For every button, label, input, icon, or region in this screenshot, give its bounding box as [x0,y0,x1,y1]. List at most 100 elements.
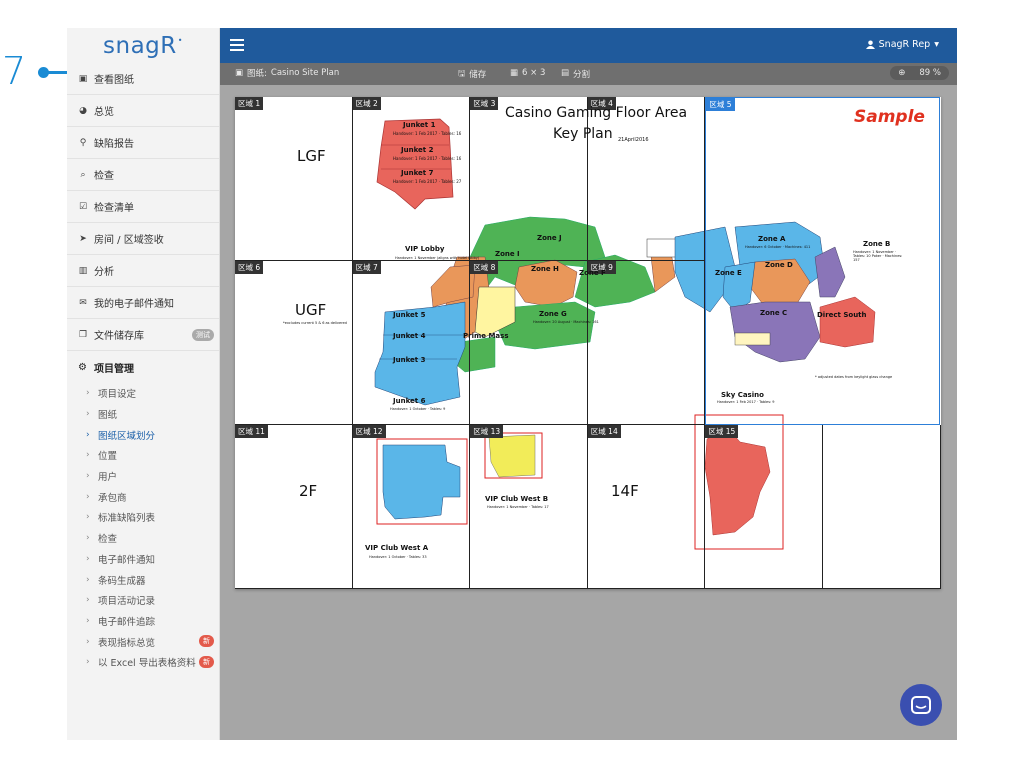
sidebar-item-label: 检查清单 [94,203,134,214]
sidebar-item-5[interactable]: ➤ 房间 / 区域签收 [67,223,219,255]
chevron-right-icon: › [86,388,90,399]
plan-label: Junket 1 [403,121,436,129]
plan-label: Junket 5 [393,311,426,319]
submenu-label: 电子邮件追踪 [98,616,156,628]
zone-cell[interactable]: 区域 3 [470,97,588,261]
save-button[interactable]: 🖫 储存 [458,68,486,82]
drawing-toolbar: ▣ 图纸: Casino Site Plan 🖫 储存 ▦ 6 × 3 ▤ 分割… [220,63,957,85]
zone-cell[interactable]: 区域 9 [587,261,706,425]
submenu-label: 标准缺陷列表 [98,513,156,525]
submenu-label: 项目设定 [98,389,137,401]
zoom-control[interactable]: ⊕ 89 % [890,66,949,80]
user-menu[interactable]: SnagR Rep ▾ [865,39,939,50]
chat-button[interactable] [900,684,942,726]
sidebar-item-label: 分析 [94,267,114,278]
submenu-item-11[interactable]: › 电子邮件追踪 [67,611,219,632]
chevron-right-icon: › [86,429,90,440]
chevron-right-icon: › [86,657,90,668]
plan-label: Handover: 1 Feb 2017 · Tables: 16 [393,131,462,136]
zone-cell[interactable]: 区域 8 [470,261,588,425]
zone-cell[interactable]: 区域 1 [235,97,353,261]
drawing-label: 图纸: [247,69,267,79]
files-icon: ❐ [78,329,88,340]
floor-plan[interactable]: 区域 1 区域 2 区域 3 区域 4 区域 5 区域 6 区域 7 区域 8 区域 9 区域 1… [235,97,941,589]
drawing-canvas[interactable]: 区域 1 区域 2 区域 3 区域 4 区域 5 区域 6 区域 7 区域 8 区域 9 区域 1… [220,85,957,740]
sidebar-item-3[interactable]: ⌕ 检查 [67,159,219,191]
drawing-title: ▣ 图纸: Casino Site Plan [235,67,339,79]
chevron-right-icon: › [86,615,90,626]
chevron-right-icon: › [86,636,90,647]
image-icon: ▣ [235,68,244,78]
plan-label: Junket 4 [393,332,426,340]
zone-cell[interactable]: 区域 6 [235,261,353,425]
zone-tag: 区域 13 [470,425,504,438]
plan-label: Handover: 1 November · Tables: 17 [487,505,549,509]
chevron-right-icon: › [86,512,90,523]
zone-cell-empty[interactable] [823,425,941,589]
submenu-label: 图纸区域划分 [98,430,156,442]
plan-label: Handover: 1 October · Tables: 33 [369,555,427,559]
submenu-item-0[interactable]: › 项目设定 [67,383,219,404]
zone-tag: 区域 8 [470,261,499,274]
section-project-management[interactable]: ⚙ 项目管理 [67,351,219,383]
submenu-item-5[interactable]: › 承包商 [67,486,219,507]
plan-label: VIP Lobby [405,245,445,253]
submenu-item-9[interactable]: › 条码生成器 [67,569,219,590]
submenu-item-6[interactable]: › 标准缺陷列表 [67,507,219,528]
plan-label: Zone I [495,250,520,258]
sidebar-item-0[interactable]: ▣ 查看图纸 [67,63,219,95]
sidebar-item-7[interactable]: ✉ 我的电子邮件通知 [67,287,219,319]
hamburger-menu-icon[interactable] [230,39,244,51]
sidebar-item-label: 查看图纸 [94,75,134,86]
new-badge: 新 [199,635,214,648]
grid-size-button[interactable]: ▦ 6 × 3 [510,68,545,78]
plan-label: UGF [295,301,327,319]
zone-cell[interactable]: 区域 5 [705,97,940,425]
search-icon: ⌕ [80,169,86,180]
submenu-item-7[interactable]: › 检查 [67,528,219,549]
zone-tag: 区域 11 [235,425,268,438]
plan-label: *excludes current 5 & 6 as delivered [283,321,347,325]
user-name: SnagR Rep [878,39,931,50]
project-management-submenu: › 项目设定 › 图纸 › 图纸区域划分 › 位置 › 用户 › 承包商 › 标准缺陷列表 › 检查 › 电子邮件… [67,383,219,673]
plan-label: VIP Club West B [485,495,549,503]
zone-tag: 区域 14 [587,425,621,438]
zone-cell[interactable]: 区域 4 [587,97,706,261]
sidebar: snagR • ▣ 查看图纸 ◕ 总览 ⚲ 缺陷报告 ⌕ 检查 ☑ 检查清单 ➤ 房间 / 区域签收 ▥ 分… [67,28,220,740]
split-button[interactable]: ▤ 分割 [561,68,590,80]
zone-cell[interactable]: 区域 14 [587,425,706,589]
user-icon [865,40,875,49]
submenu-item-8[interactable]: › 电子邮件通知 [67,549,219,570]
submenu-item-1[interactable]: › 图纸 [67,404,219,425]
zone-cell[interactable]: 区域 15 [705,425,823,589]
zone-tag: 区域 6 [235,261,264,274]
zone-cell[interactable]: 区域 11 [235,425,353,589]
top-bar: SnagR Rep ▾ [220,28,957,63]
sidebar-item-6[interactable]: ▥ 分析 [67,255,219,287]
sidebar-item-1[interactable]: ◕ 总览 [67,95,219,127]
section-title: 项目管理 [94,363,134,375]
plan-label: VIP Club West A [365,544,429,552]
new-badge: 新 [199,655,214,668]
submenu-item-13[interactable]: › 以 Excel 导出表格资料新 [67,652,219,673]
submenu-item-3[interactable]: › 位置 [67,445,219,466]
zone-cell[interactable]: 区域 12 [352,425,471,589]
submenu-item-10[interactable]: › 项目活动记录 [67,590,219,611]
sidebar-item-8[interactable]: ❐ 文件储存库 测试 [67,319,219,351]
plan-label: Junket 6 [393,397,426,405]
sidebar-item-4[interactable]: ☑ 检查清单 [67,191,219,223]
sidebar-item-label: 我的电子邮件通知 [94,299,174,310]
chevron-right-icon: › [86,491,90,502]
logo[interactable]: snagR • [67,28,219,63]
chevron-right-icon: › [86,574,90,585]
zone-tag: 区域 5 [706,98,735,111]
plan-label: Junket 3 [393,356,426,364]
sidebar-nav: ▣ 查看图纸 ◕ 总览 ⚲ 缺陷报告 ⌕ 检查 ☑ 检查清单 ➤ 房间 / 区域签收 ▥ 分析 ✉ 我的电子邮… [67,63,219,351]
grid-label: 6 × 3 [522,68,546,78]
plan-label: Handover: 20 August · Machines: 161 [533,320,599,324]
submenu-item-4[interactable]: › 用户 [67,466,219,487]
sidebar-item-2[interactable]: ⚲ 缺陷报告 [67,127,219,159]
submenu-label: 项目活动记录 [98,596,156,608]
submenu-item-12[interactable]: › 表现指标总览 新 [67,631,219,652]
submenu-item-2[interactable]: › 图纸区域划分 [67,424,219,445]
